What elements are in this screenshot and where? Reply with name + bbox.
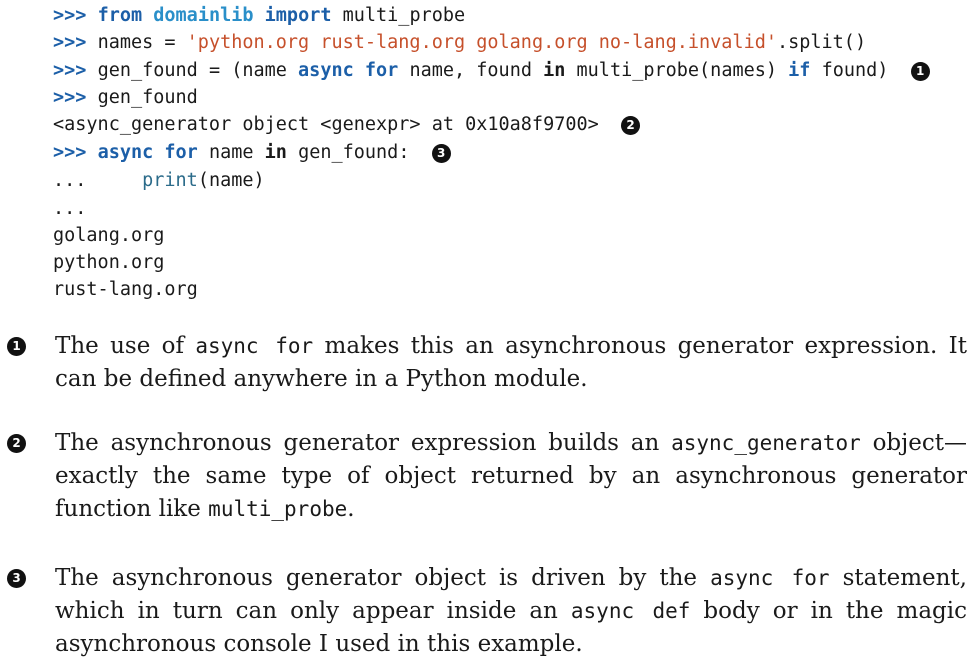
code-token: found) <box>810 60 911 81</box>
inline-code: async for <box>195 334 314 358</box>
inline-code: async def <box>570 599 691 623</box>
code-token: >>> <box>53 87 98 108</box>
code-token: async <box>298 60 354 81</box>
code-token: <async_generator object <genexpr> at 0x1… <box>53 114 622 135</box>
body-text: The asynchronous generator expression bu… <box>55 430 672 456</box>
code-token: if <box>788 60 811 81</box>
code-token: >>> <box>53 32 98 53</box>
body-text: . <box>347 496 355 522</box>
code-token: print <box>142 170 198 191</box>
body-text: The asynchronous generator object is dri… <box>55 565 711 591</box>
code-token: rust-lang.org <box>53 279 198 300</box>
code-token: (name) <box>197 170 265 191</box>
annotation-text: The asynchronous generator expression bu… <box>55 427 967 526</box>
code-token: >>> <box>53 60 98 81</box>
code-token: in <box>264 142 287 163</box>
code-token: ... <box>53 170 143 191</box>
annotation-2: 2 The asynchronous generator expression … <box>0 427 970 527</box>
inline-code: async_generator <box>671 431 861 455</box>
code-token: for <box>164 142 198 163</box>
callout-marker: 1 <box>910 62 930 81</box>
code-token: .split() <box>776 32 867 53</box>
code-line: ... <box>53 197 86 221</box>
code-line: >>> async for name in gen_found: 3 <box>53 141 451 165</box>
annotation-1: 1 The use of async for makes this an asy… <box>0 330 970 400</box>
code-token: multi_probe(names) <box>565 60 789 81</box>
code-token: >>> <box>53 142 98 163</box>
code-line: ... print(name) <box>53 169 265 193</box>
inline-code: multi_probe <box>208 497 348 521</box>
code-token: name <box>197 142 265 163</box>
inline-code: async for <box>710 566 830 590</box>
code-line: <async_generator object <genexpr> at 0x1… <box>53 113 641 137</box>
callout-marker: 1 <box>7 337 26 356</box>
annotation-text: The use of async for makes this an async… <box>55 330 967 396</box>
code-token: for <box>364 60 399 81</box>
code-line: python.org <box>53 251 164 275</box>
callout-marker: 2 <box>621 116 641 135</box>
code-token: from <box>97 5 143 26</box>
code-token: async <box>97 142 154 163</box>
code-token: python.org <box>53 252 165 273</box>
code-token: >>> <box>53 5 98 26</box>
annotation-text: The asynchronous generator object is dri… <box>55 562 967 661</box>
code-token: multi_probe <box>331 5 466 26</box>
code-token: gen_found <box>97 87 198 108</box>
code-line: >>> gen_found = (name async for name, fo… <box>53 59 930 83</box>
callout-marker: 3 <box>431 144 451 163</box>
code-token: gen_found: <box>286 142 432 163</box>
code-line: rust-lang.org <box>53 278 198 302</box>
code-token: names = <box>97 32 187 53</box>
code-token: ... <box>53 198 87 219</box>
code-token: in <box>543 60 566 81</box>
code-token: 'python.org rust-lang.org golang.org no-… <box>186 32 777 53</box>
code-token: golang.org <box>53 225 165 246</box>
code-line: >>> gen_found <box>53 86 198 110</box>
code-token: domainlib <box>153 5 254 26</box>
annotation-3: 3 The asynchronous generator object is d… <box>0 562 970 662</box>
code-line: golang.org <box>53 224 164 248</box>
page: >>> from domainlib import multi_probe >>>… <box>0 0 970 665</box>
callout-marker: 3 <box>7 569 26 588</box>
code-token: import <box>264 5 332 26</box>
body-text: The use of <box>55 333 196 359</box>
code-line: >>> from domainlib import multi_probe <box>53 4 465 28</box>
callout-marker: 2 <box>7 434 26 453</box>
code-token: name, found <box>398 60 544 81</box>
code-line: >>> names = 'python.org rust-lang.org go… <box>53 31 866 55</box>
code-token: gen_found = (name <box>97 60 299 81</box>
